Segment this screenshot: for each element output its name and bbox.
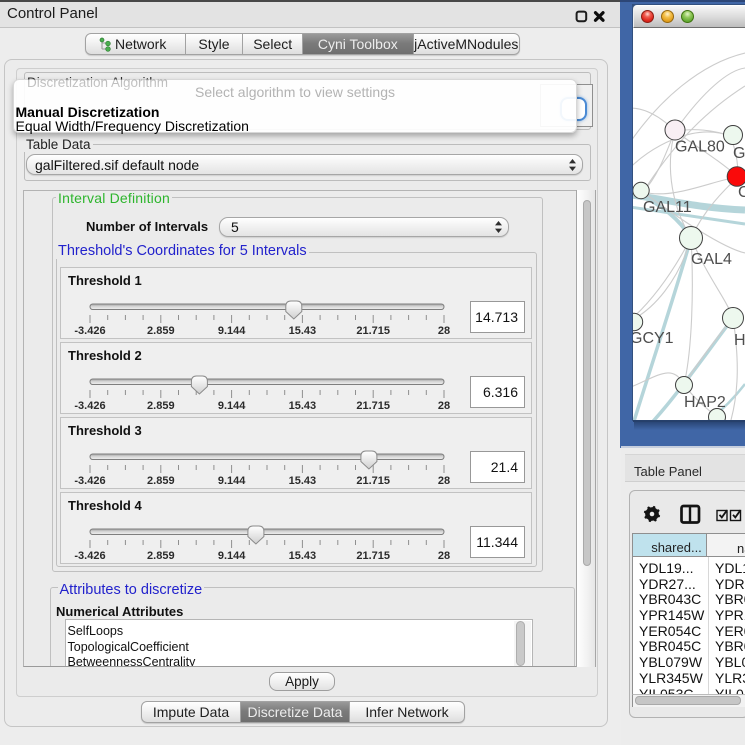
svg-text:C: C [738, 184, 745, 201]
svg-text:28: 28 [438, 475, 450, 487]
svg-text:-3.426: -3.426 [74, 475, 105, 487]
svg-text:28: 28 [438, 325, 450, 337]
svg-text:15.43: 15.43 [289, 400, 317, 412]
svg-text:21.715: 21.715 [356, 550, 390, 562]
svg-text:HA: HA [734, 332, 745, 349]
svg-text:GCY1: GCY1 [633, 330, 674, 347]
svg-text:9.144: 9.144 [218, 325, 246, 337]
svg-text:-3.426: -3.426 [74, 400, 105, 412]
svg-text:28: 28 [438, 400, 450, 412]
svg-text:21.715: 21.715 [356, 400, 390, 412]
svg-text:GAL11: GAL11 [643, 199, 692, 216]
svg-text:-3.426: -3.426 [74, 325, 105, 337]
svg-text:HAP2: HAP2 [684, 394, 726, 411]
svg-text:9.144: 9.144 [218, 475, 246, 487]
svg-text:21.715: 21.715 [356, 325, 390, 337]
svg-text:28: 28 [438, 550, 450, 562]
svg-text:15.43: 15.43 [289, 550, 317, 562]
svg-text:-3.426: -3.426 [74, 550, 105, 562]
svg-text:21.715: 21.715 [356, 475, 390, 487]
svg-text:9.144: 9.144 [218, 400, 246, 412]
svg-text:GAL80: GAL80 [675, 139, 725, 156]
svg-text:2.859: 2.859 [147, 550, 175, 562]
svg-text:15.43: 15.43 [289, 325, 317, 337]
svg-text:GAL4: GAL4 [691, 251, 732, 268]
svg-text:2.859: 2.859 [147, 475, 175, 487]
svg-text:15.43: 15.43 [289, 475, 317, 487]
svg-text:2.859: 2.859 [147, 325, 175, 337]
svg-text:GA: GA [733, 145, 745, 162]
svg-text:2.859: 2.859 [147, 400, 175, 412]
svg-text:9.144: 9.144 [218, 550, 246, 562]
